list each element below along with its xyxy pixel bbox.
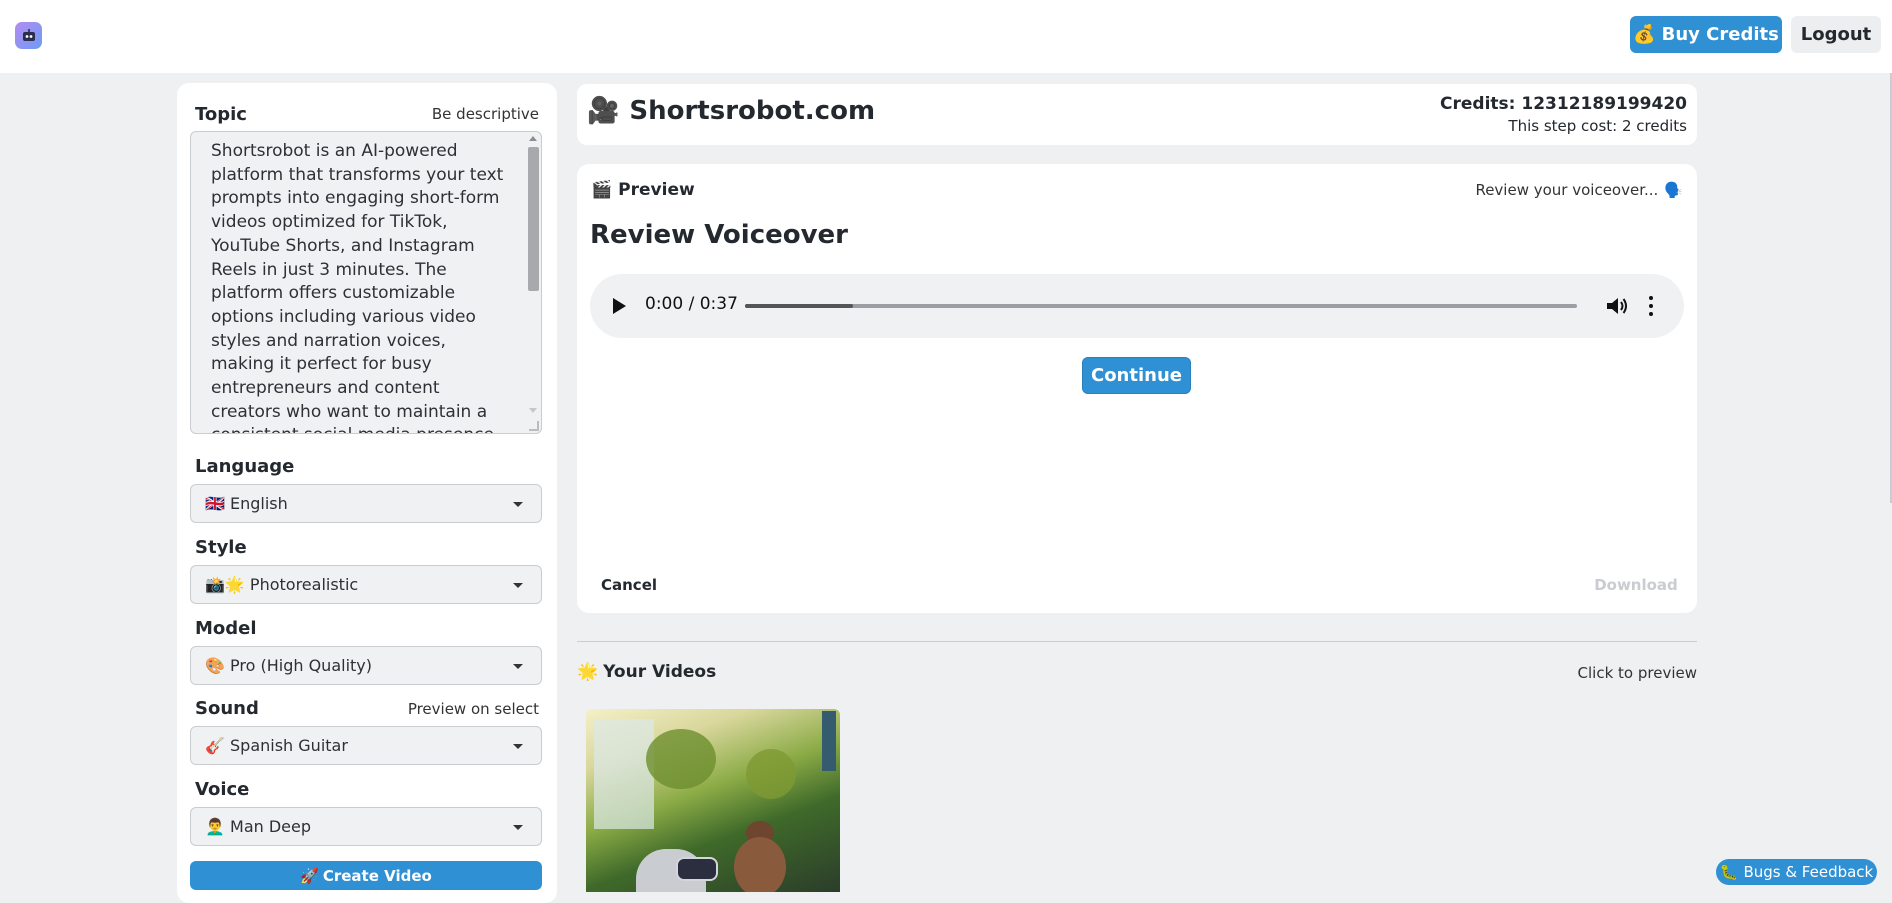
section-divider — [577, 641, 1697, 642]
logout-button[interactable]: Logout — [1791, 16, 1881, 53]
cancel-button[interactable]: Cancel — [601, 576, 657, 594]
money-bag-icon: 💰 — [1633, 24, 1656, 45]
video-settings-panel: Topic Be descriptive Shortsrobot is an A… — [177, 83, 557, 903]
sound-value: 🎸 Spanish Guitar — [205, 736, 348, 755]
site-title-text: Shortsrobot.com — [629, 96, 876, 126]
buy-credits-button[interactable]: 💰 Buy Credits — [1630, 16, 1782, 53]
preview-note-text: Review your voiceover... — [1475, 181, 1659, 199]
volume-icon[interactable] — [1605, 295, 1629, 317]
thumbnail-plant — [646, 729, 716, 789]
preview-heading: 🎬 Preview — [591, 180, 695, 200]
topic-textarea[interactable]: Shortsrobot is an AI-powered platform th… — [190, 131, 542, 434]
play-icon[interactable] — [613, 298, 626, 314]
model-value: 🎨 Pro (High Quality) — [205, 656, 372, 675]
buy-credits-label: Buy Credits — [1661, 24, 1779, 45]
bug-icon: 🐛 — [1719, 863, 1739, 881]
site-header-card: 🎥 Shortsrobot.com Credits: 1231218919942… — [577, 84, 1697, 145]
topic-hint: Be descriptive — [431, 105, 539, 123]
create-video-label: Create Video — [322, 866, 432, 885]
language-select[interactable]: 🇬🇧 English — [190, 484, 542, 523]
sound-select[interactable]: 🎸 Spanish Guitar — [190, 726, 542, 765]
bugs-feedback-button[interactable]: 🐛 Bugs & Feedback — [1716, 859, 1877, 885]
preview-card: 🎬 Preview Review your voiceover... 🗣️ Re… — [577, 164, 1697, 613]
thumbnail-window — [594, 719, 654, 829]
speaking-head-icon: 🗣️ — [1664, 181, 1683, 199]
chevron-down-icon — [513, 825, 523, 830]
step-cost: This step cost: 2 credits — [1508, 117, 1687, 135]
preview-note: Review your voiceover... 🗣️ — [1475, 181, 1683, 199]
model-select[interactable]: 🎨 Pro (High Quality) — [190, 646, 542, 685]
topic-label: Topic — [195, 104, 247, 125]
chevron-down-icon — [513, 744, 523, 749]
style-label: Style — [195, 537, 247, 558]
voice-label: Voice — [195, 779, 250, 800]
sound-label: Sound — [195, 698, 259, 719]
audio-seek-progress — [745, 304, 854, 308]
site-title: 🎥 Shortsrobot.com — [587, 96, 875, 126]
sound-hint: Preview on select — [407, 700, 539, 718]
top-bar: 💰 Buy Credits Logout — [0, 0, 1892, 73]
model-label: Model — [195, 618, 257, 639]
audio-time: 0:00 / 0:37 — [645, 294, 738, 314]
scroll-thumb[interactable] — [528, 147, 539, 291]
thumbnail-plant — [746, 749, 796, 799]
review-voiceover-title: Review Voiceover — [590, 220, 849, 250]
chevron-down-icon — [513, 664, 523, 669]
credits-info: Credits: 12312189199420 This step cost: … — [1440, 94, 1687, 135]
videos-note: Click to preview — [1577, 664, 1697, 682]
credits-balance: Credits: 12312189199420 — [1440, 94, 1687, 114]
robot-logo-icon[interactable] — [15, 22, 42, 49]
style-value: 📸🌟 Photorealistic — [205, 575, 359, 594]
style-select[interactable]: 📸🌟 Photorealistic — [190, 565, 542, 604]
topic-text: Shortsrobot is an AI-powered platform th… — [211, 141, 504, 433]
language-label: Language — [195, 456, 295, 477]
scroll-up-arrow-icon[interactable] — [529, 136, 537, 141]
preview-heading-label: Preview — [618, 180, 695, 200]
voice-value: 👨‍🦱 Man Deep — [205, 817, 312, 836]
chevron-down-icon — [513, 583, 523, 588]
thumbnail-person — [734, 837, 786, 892]
video-thumbnail[interactable] — [586, 709, 840, 892]
your-videos-heading: 🌟 Your Videos — [577, 662, 716, 682]
voice-select[interactable]: 👨‍🦱 Man Deep — [190, 807, 542, 846]
your-videos-label: Your Videos — [603, 662, 717, 682]
clapperboard-icon: 🎬 — [591, 180, 613, 200]
thumbnail-frame — [822, 711, 836, 771]
rocket-icon: 🚀 — [300, 866, 319, 885]
movie-camera-icon: 🎥 — [587, 96, 620, 126]
resize-grip-icon[interactable] — [529, 421, 539, 431]
create-video-button[interactable]: 🚀 Create Video — [190, 861, 542, 890]
language-value: 🇬🇧 English — [205, 494, 288, 513]
glowing-star-icon: 🌟 — [577, 662, 599, 682]
download-button[interactable]: Download — [1585, 568, 1687, 602]
audio-seek-bar[interactable] — [745, 304, 1577, 308]
topic-scrollbar[interactable] — [527, 134, 539, 431]
more-options-icon[interactable] — [1648, 296, 1654, 316]
scroll-down-arrow-icon[interactable] — [529, 408, 537, 413]
thumbnail-robot-visor — [676, 857, 718, 881]
bugs-feedback-label: Bugs & Feedback — [1743, 863, 1874, 881]
audio-player[interactable]: 0:00 / 0:37 — [590, 274, 1684, 338]
continue-button[interactable]: Continue — [1082, 357, 1191, 394]
chevron-down-icon — [513, 502, 523, 507]
